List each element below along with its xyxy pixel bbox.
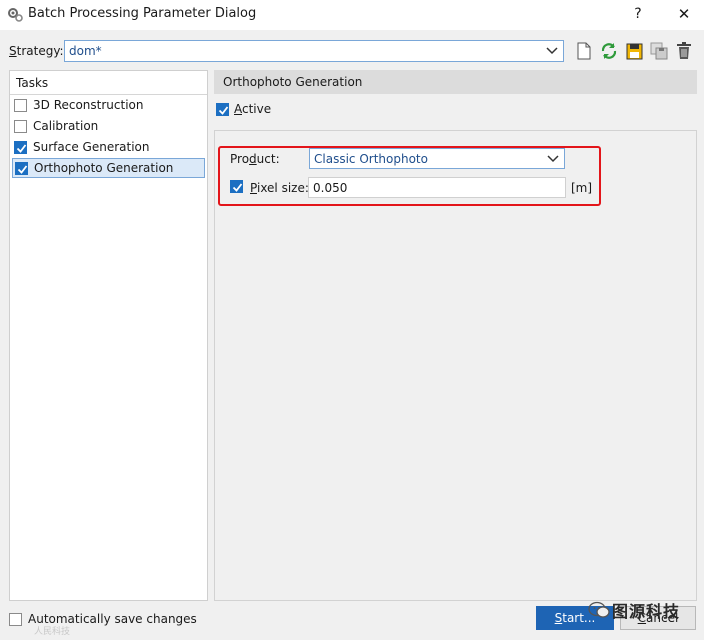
task-label: Orthophoto Generation bbox=[34, 161, 174, 175]
strategy-label: Strategy: bbox=[9, 44, 64, 58]
task-checkbox[interactable] bbox=[14, 99, 27, 112]
delete-icon[interactable] bbox=[673, 40, 695, 62]
save-icon[interactable] bbox=[623, 40, 645, 62]
watermark-brand: 图源科技 bbox=[612, 602, 681, 621]
tasks-header: Tasks bbox=[10, 71, 207, 95]
task-checkbox[interactable] bbox=[15, 162, 28, 175]
pixel-size-label: Pixel size: bbox=[250, 181, 309, 195]
new-document-icon[interactable] bbox=[573, 40, 595, 62]
window-title: Batch Processing Parameter Dialog bbox=[28, 6, 257, 21]
section-header: Orthophoto Generation bbox=[214, 70, 697, 94]
close-button[interactable]: ✕ bbox=[672, 2, 696, 26]
chevron-down-icon bbox=[546, 151, 560, 168]
task-item-calibration[interactable]: Calibration bbox=[12, 117, 205, 137]
checkmark-icon bbox=[232, 183, 243, 192]
task-checkbox[interactable] bbox=[14, 120, 27, 133]
checkmark-icon bbox=[218, 106, 229, 115]
pixel-size-value: 0.050 bbox=[313, 181, 348, 195]
save-as-icon[interactable] bbox=[648, 40, 670, 62]
active-checkbox[interactable] bbox=[216, 103, 229, 116]
task-item-surface-generation[interactable]: Surface Generation bbox=[12, 138, 205, 158]
task-checkbox[interactable] bbox=[14, 141, 27, 154]
task-item-3d-reconstruction[interactable]: 3D Reconstruction bbox=[12, 96, 205, 116]
checkmark-icon bbox=[17, 165, 28, 174]
pixel-size-checkbox[interactable] bbox=[230, 180, 243, 193]
chevron-down-icon bbox=[545, 43, 559, 57]
gears-icon bbox=[6, 6, 24, 24]
active-toggle[interactable]: Active bbox=[214, 100, 414, 120]
active-label: Active bbox=[234, 102, 272, 116]
checkmark-icon bbox=[16, 144, 27, 153]
pixel-size-toggle[interactable] bbox=[228, 177, 244, 195]
product-select[interactable]: Classic Orthophoto bbox=[309, 148, 565, 169]
wechat-logo-icon bbox=[588, 600, 610, 620]
section-title: Orthophoto Generation bbox=[223, 75, 363, 89]
tasks-header-label: Tasks bbox=[16, 76, 49, 90]
tasks-panel: Tasks 3D Reconstruction Calibration Surf… bbox=[9, 70, 208, 601]
strategy-select[interactable]: dom* bbox=[64, 40, 564, 62]
refresh-icon[interactable] bbox=[598, 40, 620, 62]
help-button[interactable]: ? bbox=[628, 2, 648, 26]
task-label: Calibration bbox=[33, 119, 99, 133]
auto-save-checkbox[interactable] bbox=[9, 613, 22, 626]
task-label: 3D Reconstruction bbox=[33, 98, 144, 112]
strategy-value: dom* bbox=[69, 44, 102, 58]
product-label: Product: bbox=[230, 152, 280, 166]
task-label: Surface Generation bbox=[33, 140, 150, 154]
product-value: Classic Orthophoto bbox=[314, 152, 428, 166]
pixel-size-unit: [m] bbox=[571, 181, 593, 195]
task-item-orthophoto-generation[interactable]: Orthophoto Generation bbox=[12, 158, 205, 178]
watermark-small: 人民科技 bbox=[34, 627, 71, 637]
pixel-size-input[interactable]: 0.050 bbox=[308, 177, 566, 198]
